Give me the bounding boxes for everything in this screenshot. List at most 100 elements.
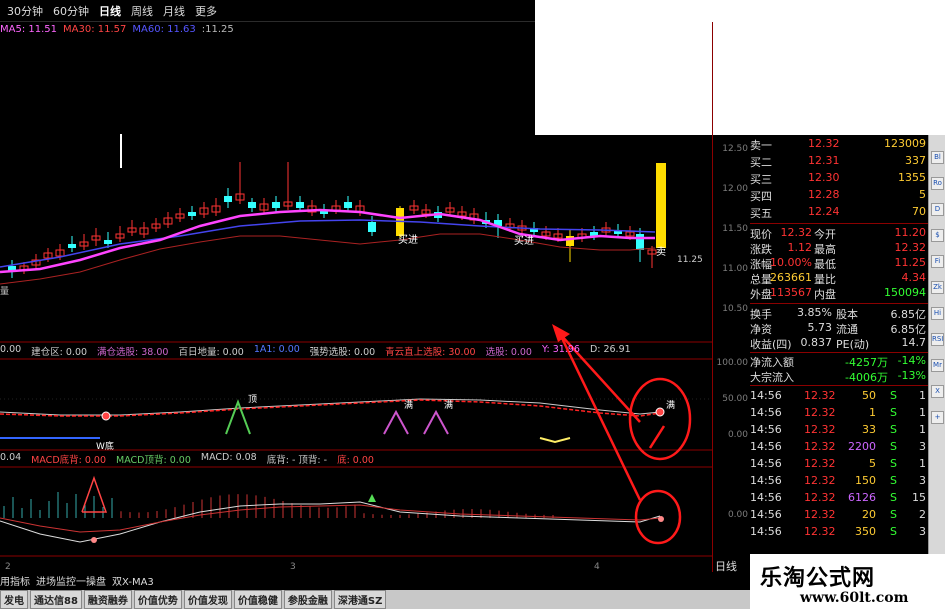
sector-tab[interactable]: 通达信88 bbox=[30, 590, 82, 609]
period-tab[interactable]: 30分钟 bbox=[4, 3, 46, 19]
candle-body bbox=[224, 196, 232, 202]
tick-row: 14:56 12.32 20 S 2 bbox=[750, 508, 928, 522]
fundamental-row: 收益(四) 0.837 PE(动) 14.7 bbox=[750, 336, 928, 351]
sector-tab[interactable]: 参股金融 bbox=[283, 590, 332, 609]
tick-side: S bbox=[890, 508, 897, 521]
order-book-price: 12.32 bbox=[808, 137, 840, 150]
peak-label-3: 满 bbox=[444, 400, 453, 411]
tick-row: 14:56 12.32 6126 S 15 bbox=[750, 491, 928, 505]
toolbar-icon[interactable]: Mr bbox=[931, 359, 944, 372]
fundamental-label: 收益(四) bbox=[750, 338, 792, 351]
fundamental-label: 流通 bbox=[836, 323, 858, 336]
tick-side: S bbox=[890, 474, 897, 487]
toolbar-icon[interactable]: $ bbox=[931, 229, 944, 242]
stat-label: 今开 bbox=[814, 228, 836, 241]
price-tick: 12.00 bbox=[722, 184, 748, 194]
tick-time: 14:56 bbox=[750, 491, 782, 504]
chart-area[interactable]: 买进 买进 卖 11.25 量 顶 满 满 满 W底 2 3 4 bbox=[0, 22, 712, 577]
ind1-white-line bbox=[0, 398, 661, 416]
tick-time: 14:56 bbox=[750, 423, 782, 436]
flow-label: 大宗流入 bbox=[750, 371, 794, 384]
stat-value: 11.25 bbox=[894, 256, 927, 269]
tick-price: 12.32 bbox=[804, 491, 836, 504]
divider bbox=[750, 385, 928, 386]
order-book-row[interactable]: 买三 12.30 1355 bbox=[750, 171, 928, 186]
order-book-row[interactable]: 买四 12.28 5 bbox=[750, 188, 928, 203]
stat-label: 最低 bbox=[814, 258, 836, 271]
sector-tab[interactable]: 价值优势 bbox=[133, 590, 182, 609]
divider bbox=[750, 352, 928, 353]
order-book-volume: 1355 bbox=[898, 171, 926, 184]
side-toolbar: Bl Ro D $ Fi Zk Hi RSI Mr X + bbox=[928, 135, 945, 577]
order-book-price: 12.28 bbox=[808, 188, 840, 201]
tick-volume: 50 bbox=[862, 389, 876, 402]
toolbar-icon[interactable]: Bl bbox=[931, 151, 944, 164]
period-tab[interactable]: 周线 bbox=[128, 3, 156, 19]
limit-up-bar bbox=[656, 163, 666, 248]
macd-green-arrow bbox=[368, 494, 376, 502]
toolbar-icon[interactable]: + bbox=[931, 411, 944, 424]
order-book-label: 买四 bbox=[750, 190, 772, 203]
toolbar-icon[interactable]: Ro bbox=[931, 177, 944, 190]
fundamental-value: 5.73 bbox=[807, 321, 833, 334]
tick-row: 14:56 12.32 50 S 1 bbox=[750, 389, 928, 403]
sector-tabs: 发电 通达信88 融资融券 价值优势 价值发现 价值稳健 参股金融 深港通SZ bbox=[0, 590, 750, 609]
sector-tab[interactable]: 深港通SZ bbox=[333, 590, 387, 609]
ind1-tick: 50.00 bbox=[722, 394, 748, 404]
peak-marker-1 bbox=[225, 399, 251, 435]
period-bar: 30分钟 60分钟 日线 周线 月线 更多 bbox=[0, 0, 535, 22]
toolbar-icon[interactable]: RSI bbox=[931, 333, 944, 346]
tick-price: 12.32 bbox=[804, 525, 836, 538]
period-tab[interactable]: 月线 bbox=[160, 3, 188, 19]
period-tab[interactable]: 更多 bbox=[192, 3, 220, 19]
order-book-row[interactable]: 买五 12.24 70 bbox=[750, 205, 928, 220]
sector-tab[interactable]: 价值稳健 bbox=[233, 590, 282, 609]
order-book-row[interactable]: 买二 12.31 337 bbox=[750, 154, 928, 169]
order-book-row[interactable]: 卖一 12.32 123009 bbox=[750, 137, 928, 152]
price-tick: 12.50 bbox=[722, 144, 748, 154]
candle-body bbox=[188, 212, 196, 216]
indicator-value: 底背: - 顶背: - bbox=[266, 455, 328, 466]
sector-tab[interactable]: 价值发现 bbox=[183, 590, 232, 609]
annotation-arrowhead bbox=[552, 324, 570, 342]
toolbar-icon[interactable]: Hi bbox=[931, 307, 944, 320]
tick-count: 1 bbox=[919, 457, 926, 470]
indicator-tab[interactable]: 进场监控一操盘 bbox=[36, 573, 106, 588]
divider bbox=[750, 223, 928, 224]
quote-panel: 卖一 12.32 123009 买二 12.31 337 买三 12.30 1355 买四 12.2… bbox=[750, 135, 928, 577]
fundamental-value: 0.837 bbox=[800, 336, 833, 349]
toolbar-icon[interactable]: X bbox=[931, 385, 944, 398]
flow-row: 净流入额 -4257万 -14% bbox=[750, 354, 928, 369]
period-tab[interactable]: 60分钟 bbox=[50, 3, 92, 19]
x-tick-3: 3 bbox=[290, 562, 296, 572]
stat-value: 11.20 bbox=[894, 226, 927, 239]
tick-volume: 1 bbox=[869, 406, 876, 419]
tick-row: 14:56 12.32 350 S 3 bbox=[750, 525, 928, 539]
indicator-value: 青云直上选股: 30.00 bbox=[385, 347, 476, 358]
sector-tab[interactable]: 融资融券 bbox=[83, 590, 132, 609]
peak-label-4: 满 bbox=[666, 400, 675, 411]
indicator-tab[interactable]: 用指标 bbox=[0, 573, 30, 588]
tick-count: 1 bbox=[919, 389, 926, 402]
toolbar-icon[interactable]: Fi bbox=[931, 255, 944, 268]
indicator-tab[interactable]: 双X-MA3 bbox=[112, 573, 154, 588]
indicator-value: 0.04 bbox=[0, 452, 22, 463]
period-tab[interactable]: 日线 bbox=[96, 3, 124, 19]
tick-volume: 20 bbox=[862, 508, 876, 521]
tick-price: 12.32 bbox=[804, 440, 836, 453]
divider bbox=[750, 303, 928, 304]
price-tick: 11.00 bbox=[722, 264, 748, 274]
indicator-value: 百日地量: 0.00 bbox=[178, 347, 244, 358]
toolbar-icon[interactable]: D bbox=[931, 203, 944, 216]
flow-value: -4006万 bbox=[845, 371, 888, 384]
tick-volume: 150 bbox=[855, 474, 876, 487]
toolbar-icon[interactable]: Zk bbox=[931, 281, 944, 294]
fundamental-value: 6.85亿 bbox=[890, 323, 927, 336]
fundamental-value: 6.85亿 bbox=[890, 308, 927, 321]
buy-label-2: 买进 bbox=[514, 235, 534, 247]
tick-time: 14:56 bbox=[750, 525, 782, 538]
indicator-value: 满仓选股: 38.00 bbox=[97, 347, 169, 358]
fundamental-label: 净资 bbox=[750, 323, 772, 336]
last-price-label: 11.25 bbox=[677, 255, 703, 265]
sector-tab[interactable]: 发电 bbox=[0, 590, 28, 609]
